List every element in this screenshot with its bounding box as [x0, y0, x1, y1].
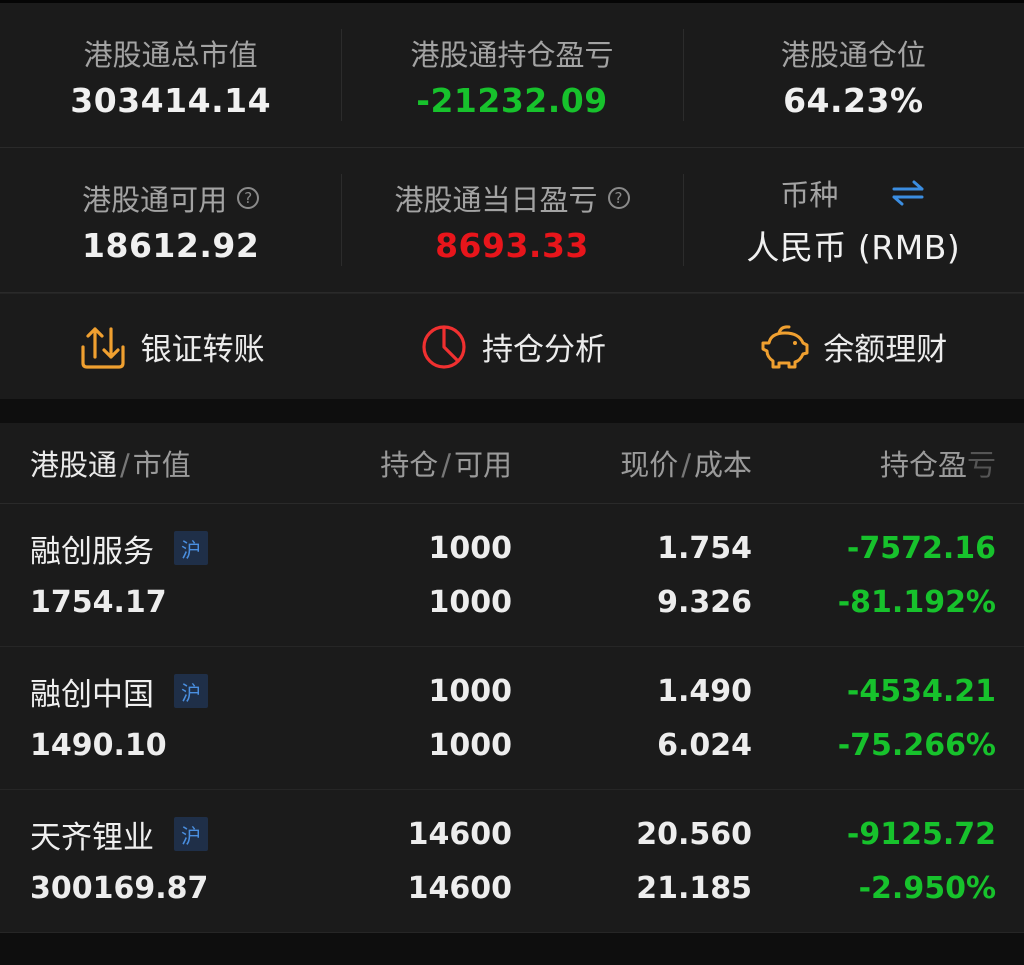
holding-qty: 14600 — [407, 816, 512, 852]
stock-name: 融创中国 — [30, 676, 154, 713]
pnl-amount: -4534.21 — [846, 673, 996, 709]
holding-qty: 1000 — [428, 673, 513, 709]
summary-panel: 港股通总市值 303414.14 港股通持仓盈亏 -21232.09 港股通仓位… — [0, 3, 1024, 399]
available-qty: 14600 — [407, 870, 512, 906]
header-holding-available[interactable]: 持仓 / 可用 — [280, 442, 512, 484]
available-qty: 1000 — [428, 727, 513, 763]
cost-price: 6.024 — [657, 727, 752, 763]
table-header: 港股通 / 市值 持仓 / 可用 现价 / 成本 持仓盈亏 — [0, 423, 1024, 504]
table-row[interactable]: 融创中国 沪 1000 1.490 -4534.21 1490.10 1000 … — [0, 647, 1024, 790]
total-market-value-label: 港股通总市值 — [83, 37, 258, 72]
holding-pnl-label: 港股通持仓盈亏 — [410, 37, 614, 72]
bank-transfer-label: 银证转账 — [140, 332, 265, 368]
current-price: 20.560 — [636, 816, 752, 852]
daily-pnl-value: 8693.33 — [435, 225, 589, 265]
market-value: 1490.10 — [30, 727, 167, 763]
holdings-table: 港股通 / 市值 持仓 / 可用 现价 / 成本 持仓盈亏 融创服务 沪 1000 1.75… — [0, 423, 1024, 933]
holding-qty: 1000 — [428, 530, 513, 566]
market-value: 300169.87 — [30, 870, 209, 906]
currency-value: 人民币 (RMB) — [746, 228, 961, 267]
action-bar: 银证转账 持仓分析 余额理财 — [0, 293, 1024, 399]
summary-row-2: 港股通可用 ? 18612.92 港股通当日盈亏 ? 8693.33 币种 人民… — [0, 148, 1024, 293]
holding-pnl-value: -21232.09 — [416, 80, 608, 120]
table-row[interactable]: 融创服务 沪 1000 1.754 -7572.16 1754.17 1000 … — [0, 504, 1024, 647]
daily-pnl: 港股通当日盈亏 ? 8693.33 — [341, 148, 682, 292]
total-market-value: 港股通总市值 303414.14 — [0, 3, 341, 147]
available-funds-value: 18612.92 — [82, 225, 260, 265]
stock-name: 融创服务 — [30, 533, 154, 570]
pnl-percent: -2.950% — [858, 870, 996, 906]
market-badge: 沪 — [174, 674, 208, 708]
pnl-percent: -81.192% — [837, 584, 996, 620]
pnl-amount: -9125.72 — [846, 816, 996, 852]
balance-finance-label: 余额理财 — [823, 332, 948, 368]
summary-row-1: 港股通总市值 303414.14 港股通持仓盈亏 -21232.09 港股通仓位… — [0, 3, 1024, 148]
current-price: 1.490 — [657, 673, 752, 709]
bottom-gap — [0, 933, 1024, 965]
cost-price: 9.326 — [657, 584, 752, 620]
position-ratio-label: 港股通仓位 — [780, 37, 926, 72]
daily-pnl-label: 港股通当日盈亏 — [394, 182, 598, 217]
currency-label: 币种 — [780, 178, 839, 212]
position-ratio: 港股通仓位 64.23% — [682, 3, 1024, 147]
position-analysis-label: 持仓分析 — [481, 332, 606, 368]
position-analysis-button[interactable]: 持仓分析 — [341, 294, 682, 399]
pie-chart-icon — [422, 324, 466, 369]
available-funds: 港股通可用 ? 18612.92 — [0, 148, 341, 292]
cost-price: 21.185 — [636, 870, 752, 906]
currency-selector[interactable]: 币种 人民币 (RMB) — [682, 148, 1024, 292]
pnl-amount: -7572.16 — [846, 530, 996, 566]
pnl-percent: -75.266% — [837, 727, 996, 763]
market-value: 1754.17 — [30, 584, 167, 620]
current-price: 1.754 — [657, 530, 752, 566]
header-holding-pnl[interactable]: 持仓盈亏 — [752, 442, 996, 484]
market-badge: 沪 — [174, 531, 208, 565]
available-funds-label: 港股通可用 — [82, 182, 228, 217]
help-icon[interactable]: ? — [237, 186, 260, 209]
header-name-value[interactable]: 港股通 / 市值 — [0, 442, 280, 484]
available-qty: 1000 — [428, 584, 513, 620]
piggy-bank-icon — [761, 324, 809, 368]
stock-name: 天齐锂业 — [30, 819, 154, 856]
table-row[interactable]: 天齐锂业 沪 14600 20.560 -9125.72 300169.87 1… — [0, 790, 1024, 933]
holding-pnl: 港股通持仓盈亏 -21232.09 — [341, 3, 682, 147]
transfer-icon — [81, 326, 125, 369]
section-gap — [0, 399, 1024, 423]
market-badge: 沪 — [174, 817, 208, 851]
balance-finance-button[interactable]: 余额理财 — [683, 294, 1024, 399]
header-price-cost[interactable]: 现价 / 成本 — [512, 442, 752, 484]
help-icon[interactable]: ? — [607, 186, 630, 209]
bank-transfer-button[interactable]: 银证转账 — [0, 294, 341, 399]
total-market-value-value: 303414.14 — [70, 80, 272, 120]
position-ratio-value: 64.23% — [783, 80, 924, 120]
swap-icon[interactable] — [890, 178, 926, 208]
